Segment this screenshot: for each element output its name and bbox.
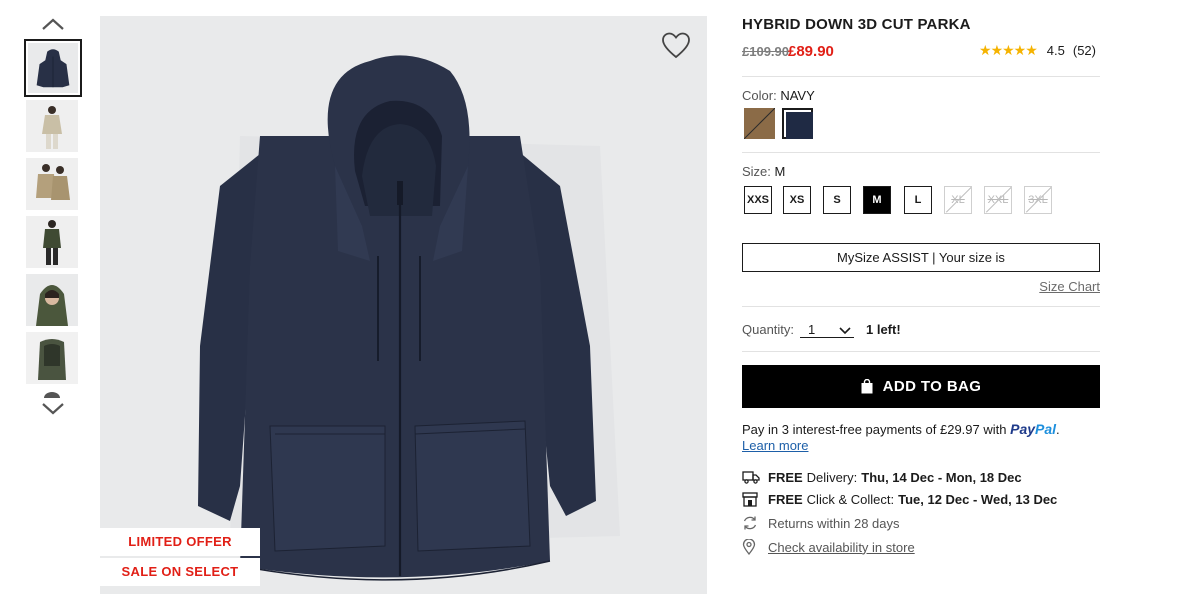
size-option-label: 3XL — [1028, 194, 1048, 206]
parka-illustration — [198, 55, 620, 581]
thumbnail-6[interactable] — [26, 332, 78, 384]
color-swatch-navy[interactable] — [782, 108, 813, 139]
size-option-m[interactable]: M — [863, 186, 891, 214]
size-option-label: XS — [789, 194, 805, 206]
home-delivery-dates: Thu, 14 Dec - Mon, 18 Dec — [861, 469, 1022, 485]
click-collect-free: FREE — [768, 491, 803, 507]
add-to-bag-button[interactable]: ADD TO BAG — [742, 365, 1100, 408]
gallery-down-arrow-icon[interactable] — [40, 400, 66, 418]
location-pin-icon — [742, 539, 760, 555]
size-option-xxs[interactable]: XXS — [744, 186, 772, 214]
promo-limited-offer: LIMITED OFFER — [100, 528, 260, 556]
chevron-down-icon — [838, 323, 852, 338]
returns-row: Returns within 28 days — [742, 515, 900, 531]
quantity-select[interactable]: 1 — [800, 320, 854, 338]
quantity-label: Quantity: — [742, 322, 795, 337]
size-option-label: XXS — [746, 194, 769, 206]
check-store-availability-link[interactable]: Check availability in store — [768, 540, 915, 555]
thumbnail-7[interactable] — [26, 390, 78, 398]
mysize-assist-button[interactable]: MySize ASSIST | Your size is — [742, 243, 1100, 272]
home-delivery-row: FREE Delivery: Thu, 14 Dec - Mon, 18 Dec — [742, 469, 1022, 485]
favorite-heart-icon[interactable] — [660, 30, 692, 62]
promo-sale-select-styles: SALE ON SELECT STYLES — [100, 558, 260, 594]
sale-price: £89.90 — [788, 43, 834, 60]
thumbnail-1[interactable] — [24, 39, 82, 97]
click-collect-label: Click & Collect: — [806, 491, 895, 507]
color-swatch-beige[interactable] — [744, 108, 775, 139]
size-option-label: L — [914, 194, 922, 206]
paypal-text: Pay in 3 interest-free payments of £29.9… — [742, 422, 1007, 437]
returns-refresh-icon — [742, 515, 760, 531]
size-option-label: M — [872, 194, 882, 206]
divider — [742, 351, 1100, 352]
original-price: £109.90 — [742, 44, 789, 59]
size-label: Size: M — [742, 164, 785, 179]
paypal-logo: PayPal — [1010, 421, 1056, 437]
size-option-xxl[interactable]: XXL — [984, 186, 1012, 214]
rating-stars-icon: ★★★★★ — [979, 42, 1038, 58]
thumbnail-3[interactable] — [26, 158, 78, 210]
size-option-xl[interactable]: XL — [944, 186, 972, 214]
divider — [742, 76, 1100, 77]
click-collect-dates: Tue, 12 Dec - Wed, 13 Dec — [898, 491, 1058, 507]
thumbnail-5[interactable] — [26, 274, 78, 326]
learn-more-link[interactable]: Learn more — [742, 438, 808, 453]
product-rating[interactable]: ★★★★★ 4.5 (52) — [979, 42, 1096, 59]
divider — [742, 306, 1100, 307]
paypal-suffix: . — [1056, 422, 1060, 437]
home-delivery-free: FREE — [768, 469, 803, 485]
quantity-value: 1 — [808, 322, 816, 337]
thumbnail-2[interactable] — [26, 100, 78, 152]
paypal-installments: Pay in 3 interest-free payments of £29.9… — [742, 421, 1060, 437]
product-title: HYBRID DOWN 3D CUT PARKA — [742, 16, 971, 33]
thumbnail-rail — [24, 0, 82, 594]
paypal-logo-pal: Pal — [1035, 421, 1057, 437]
home-delivery-label: Delivery: — [806, 469, 858, 485]
color-selected-value: NAVY — [780, 88, 815, 103]
size-option-s[interactable]: S — [823, 186, 851, 214]
size-chart-link[interactable]: Size Chart — [1039, 279, 1100, 294]
size-selected-value: M — [774, 164, 786, 179]
size-option-label: S — [833, 194, 841, 206]
divider — [742, 152, 1100, 153]
stock-note: 1 left! — [866, 322, 901, 337]
size-option-xs[interactable]: XS — [783, 186, 811, 214]
add-to-bag-label: ADD TO BAG — [882, 378, 982, 395]
store-availability-row: Check availability in store — [742, 539, 915, 555]
paypal-logo-pay: Pay — [1010, 421, 1036, 437]
color-label-text: Color: — [742, 88, 777, 103]
size-option-3xl[interactable]: 3XL — [1024, 186, 1052, 214]
main-product-image[interactable]: LIMITED OFFER SALE ON SELECT STYLES — [100, 16, 707, 594]
rating-count: (52) — [1072, 43, 1096, 58]
thumbnail-4[interactable] — [26, 216, 78, 268]
size-label-text: Size: — [742, 164, 771, 179]
store-icon — [742, 491, 760, 507]
click-collect-row: FREE Click & Collect: Tue, 12 Dec - Wed,… — [742, 491, 1057, 507]
gallery-up-arrow-icon[interactable] — [40, 15, 66, 33]
color-label: Color: NAVY — [742, 88, 815, 103]
size-option-label: XXL — [987, 194, 1009, 206]
returns-text: Returns within 28 days — [768, 515, 900, 531]
size-option-l[interactable]: L — [904, 186, 932, 214]
rating-score: 4.5 — [1046, 43, 1065, 58]
shopping-bag-icon — [861, 379, 873, 394]
size-option-label: XL — [951, 194, 965, 206]
delivery-truck-icon — [742, 469, 760, 485]
